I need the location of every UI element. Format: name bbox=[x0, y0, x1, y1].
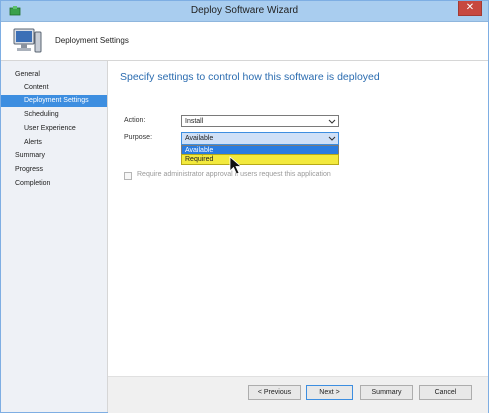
page-title: Deployment Settings bbox=[55, 36, 129, 45]
nav-item-general[interactable]: General bbox=[1, 69, 107, 81]
main-panel: Specify settings to control how this sof… bbox=[108, 61, 488, 412]
computer-icon bbox=[13, 28, 42, 53]
nav-item-scheduling[interactable]: Scheduling bbox=[1, 109, 107, 121]
window-title: Deploy Software Wizard bbox=[190, 5, 299, 16]
cancel-button[interactable]: Cancel bbox=[419, 385, 472, 400]
previous-button[interactable]: < Previous bbox=[248, 385, 301, 400]
purpose-option-required[interactable]: Required bbox=[181, 154, 339, 165]
purpose-dropdown[interactable]: Available bbox=[181, 132, 339, 145]
chevron-down-icon[interactable] bbox=[328, 134, 336, 142]
main-heading: Specify settings to control how this sof… bbox=[120, 71, 380, 83]
nav-item-content[interactable]: Content bbox=[1, 82, 107, 94]
close-button[interactable]: ✕ bbox=[458, 1, 482, 16]
nav-item-deployment-settings[interactable]: Deployment Settings bbox=[1, 95, 107, 107]
wizard-nav: General Content Deployment Settings Sche… bbox=[1, 61, 108, 412]
require-approval-checkbox[interactable] bbox=[124, 172, 132, 180]
nav-item-summary[interactable]: Summary bbox=[1, 150, 107, 162]
purpose-option-available[interactable]: Available bbox=[182, 146, 338, 155]
chevron-down-icon[interactable] bbox=[328, 117, 336, 125]
title-bar[interactable]: Deploy Software Wizard ✕ bbox=[1, 1, 488, 22]
purpose-value: Available bbox=[185, 135, 214, 142]
summary-button[interactable]: Summary bbox=[360, 385, 413, 400]
wizard-window: Deploy Software Wizard ✕ Deployment Sett… bbox=[0, 0, 489, 413]
purpose-dropdown-list: Available Required bbox=[181, 145, 339, 165]
action-label: Action: bbox=[124, 117, 146, 124]
action-dropdown[interactable]: Install bbox=[181, 115, 339, 127]
mouse-cursor-icon bbox=[229, 156, 243, 175]
purpose-label: Purpose: bbox=[124, 134, 153, 141]
wizard-header: Deployment Settings bbox=[1, 22, 488, 61]
nav-item-user-experience[interactable]: User Experience bbox=[1, 123, 107, 135]
nav-item-completion[interactable]: Completion bbox=[1, 178, 107, 190]
next-button[interactable]: Next > bbox=[306, 385, 353, 400]
nav-item-progress[interactable]: Progress bbox=[1, 164, 107, 176]
action-value: Install bbox=[185, 118, 204, 125]
nav-item-alerts[interactable]: Alerts bbox=[1, 137, 107, 149]
